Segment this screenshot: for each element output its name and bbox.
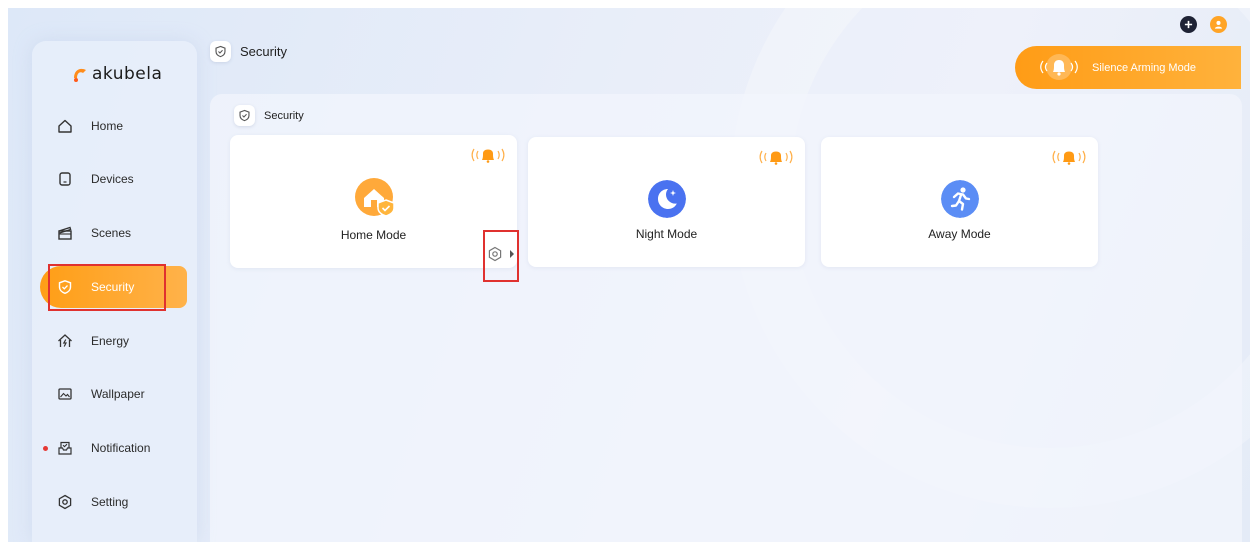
shield-icon bbox=[56, 278, 74, 296]
shield-icon bbox=[234, 105, 255, 126]
unread-dot bbox=[43, 445, 48, 451]
mode-label: Night Mode bbox=[635, 227, 698, 241]
brand-name: akubela bbox=[92, 64, 163, 84]
bell-icon bbox=[1040, 54, 1078, 80]
mode-card-home[interactable]: Home Mode bbox=[230, 135, 517, 268]
gear-icon bbox=[56, 493, 74, 511]
section-header: Security bbox=[234, 105, 304, 126]
section-title: Security bbox=[264, 109, 304, 122]
alarm-bell-icon bbox=[1052, 150, 1086, 165]
mode-label: Home Mode bbox=[340, 228, 407, 242]
silence-button-label: Silence Arming Mode bbox=[1092, 61, 1196, 74]
akubela-logo-icon bbox=[74, 68, 86, 82]
energy-icon bbox=[56, 332, 74, 350]
sidebar-item-label: Devices bbox=[91, 172, 134, 186]
user-icon[interactable] bbox=[1210, 16, 1227, 33]
mode-label: Away Mode bbox=[928, 227, 991, 241]
top-actions bbox=[1180, 16, 1227, 33]
sidebar-item-label: Security bbox=[91, 280, 135, 294]
sidebar-item-devices[interactable]: Devices bbox=[40, 158, 186, 200]
shield-icon bbox=[210, 41, 231, 62]
sidebar-item-label: Scenes bbox=[91, 226, 132, 240]
sidebar-item-wallpaper[interactable]: Wallpaper bbox=[40, 373, 186, 415]
alarm-bell-icon bbox=[759, 150, 793, 165]
inbox-icon bbox=[56, 439, 74, 457]
sidebar-item-scenes[interactable]: Scenes bbox=[40, 212, 186, 254]
running-icon bbox=[940, 180, 979, 218]
sidebar-item-label: Energy bbox=[91, 334, 130, 348]
page-title: Security bbox=[240, 44, 287, 59]
sidebar: akubela Home Devices Scenes Security Ene… bbox=[32, 41, 197, 542]
sidebar-item-notification[interactable]: Notification bbox=[40, 427, 186, 469]
sidebar-item-label: Notification bbox=[91, 441, 151, 455]
app-window: akubela Home Devices Scenes Security Ene… bbox=[8, 8, 1250, 542]
mode-card-away[interactable]: Away Mode bbox=[821, 137, 1098, 267]
sidebar-item-label: Home bbox=[91, 119, 124, 133]
home-icon bbox=[56, 117, 74, 135]
sidebar-item-energy[interactable]: Energy bbox=[40, 320, 186, 362]
brand-logo: akubela bbox=[71, 64, 162, 84]
silence-arming-mode-button[interactable]: Silence Arming Mode bbox=[1015, 46, 1241, 89]
image-icon bbox=[56, 385, 74, 403]
mode-card-night[interactable]: Night Mode bbox=[528, 137, 805, 267]
sidebar-item-security[interactable]: Security bbox=[40, 266, 187, 308]
security-panel: Security Home Mode Night Mode Away Mode bbox=[210, 94, 1242, 542]
sidebar-item-label: Setting bbox=[91, 495, 129, 509]
sidebar-item-label: Wallpaper bbox=[91, 387, 145, 401]
home-shield-icon bbox=[354, 178, 395, 217]
home-mode-settings-button[interactable] bbox=[484, 243, 506, 265]
alarm-bell-icon bbox=[471, 148, 505, 163]
add-icon[interactable] bbox=[1180, 16, 1197, 33]
clapperboard-icon bbox=[56, 224, 74, 242]
moon-icon bbox=[647, 180, 686, 218]
device-icon bbox=[56, 170, 74, 188]
sidebar-item-home[interactable]: Home bbox=[40, 105, 186, 147]
caret-right-icon bbox=[510, 250, 514, 258]
page-header: Security bbox=[210, 41, 287, 62]
gear-icon bbox=[488, 246, 502, 262]
sidebar-item-setting[interactable]: Setting bbox=[40, 481, 186, 523]
